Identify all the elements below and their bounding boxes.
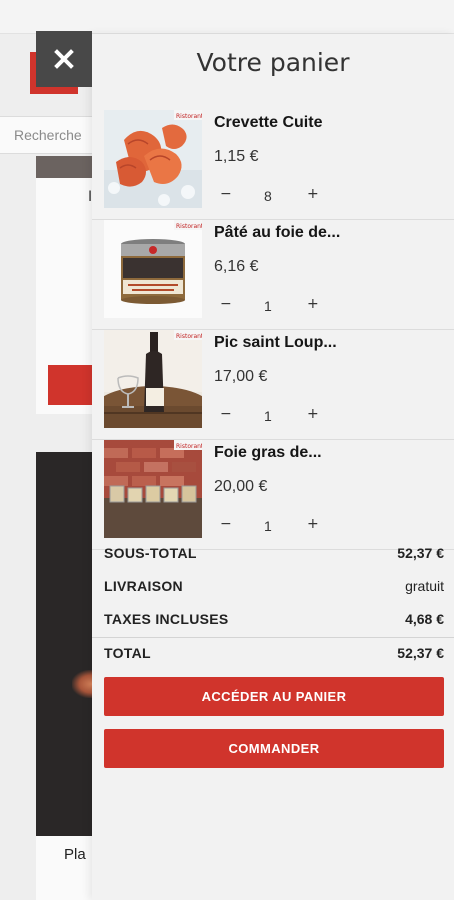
svg-text:Ristorante: Ristorante (176, 333, 202, 340)
background-product-image (36, 156, 100, 178)
background-top-bar (0, 0, 454, 34)
quantity-value[interactable]: 8 (264, 188, 272, 204)
quantity-decrease-button[interactable]: − (220, 516, 232, 532)
wine-bottle-image[interactable]: Ristorante (104, 330, 202, 428)
quantity-decrease-button[interactable]: − (220, 186, 232, 202)
quantity-increase-button[interactable]: + (307, 516, 319, 532)
close-cart-button[interactable] (36, 31, 92, 87)
item-name[interactable]: Pâté au foie de... (214, 224, 449, 242)
shrimp-image[interactable]: Ristorante (104, 110, 202, 208)
cart-item: Ristorante Pâté au foie de... 6,16 € − 1… (92, 220, 454, 330)
shipping-label: LIVRAISON (104, 578, 183, 594)
foie-gras-jars-image[interactable]: Ristorante (104, 440, 202, 538)
pate-jar-image[interactable]: Ristorante (104, 220, 202, 318)
item-price: 6,16 € (214, 258, 259, 275)
taxes-value: 4,68 € (405, 611, 444, 627)
item-name[interactable]: Foie gras de... (214, 444, 449, 462)
svg-text:Ristorante: Ristorante (176, 113, 202, 120)
quantity-value[interactable]: 1 (264, 408, 272, 424)
background-product-photo (36, 452, 100, 837)
svg-text:Ristorante: Ristorante (176, 443, 202, 450)
total-row: TOTAL 52,37 € (104, 645, 444, 667)
svg-text:Ristorante: Ristorante (176, 223, 202, 230)
item-name[interactable]: Crevette Cuite (214, 114, 449, 132)
quantity-value[interactable]: 1 (264, 298, 272, 314)
quantity-increase-button[interactable]: + (307, 186, 319, 202)
total-value: 52,37 € (397, 645, 444, 661)
shipping-row: LIVRAISON gratuit (104, 578, 444, 600)
background-product-title: Pla (64, 846, 86, 863)
quantity-increase-button[interactable]: + (307, 406, 319, 422)
quantity-decrease-button[interactable]: − (220, 296, 232, 312)
subtotal-value: 52,37 € (397, 545, 444, 561)
item-price: 17,00 € (214, 368, 268, 385)
view-cart-button[interactable]: ACCÉDER AU PANIER (104, 677, 444, 716)
totals-divider (92, 637, 454, 638)
cart-item: Ristorante Foie gras de... 20,00 € − 1 + (92, 440, 454, 550)
quantity-decrease-button[interactable]: − (220, 406, 232, 422)
taxes-label: TAXES INCLUSES (104, 611, 229, 627)
subtotal-row: SOUS-TOTAL 52,37 € (104, 545, 444, 567)
taxes-row: TAXES INCLUSES 4,68 € (104, 611, 444, 633)
checkout-button[interactable]: COMMANDER (104, 729, 444, 768)
quantity-increase-button[interactable]: + (307, 296, 319, 312)
cart-item: Ristorante Pic saint Loup... 17,00 € − 1… (92, 330, 454, 440)
item-price: 1,15 € (214, 148, 259, 165)
total-label: TOTAL (104, 645, 151, 661)
background-search-input[interactable]: Recherche (0, 116, 100, 154)
shipping-value: gratuit (405, 578, 444, 594)
item-price: 20,00 € (214, 478, 268, 495)
cart-title: Votre panier (196, 48, 350, 77)
item-name[interactable]: Pic saint Loup... (214, 334, 449, 352)
subtotal-label: SOUS-TOTAL (104, 545, 197, 561)
quantity-value[interactable]: 1 (264, 518, 272, 534)
cart-item: Ristorante Crevette Cuite 1,15 € − 8 + (92, 110, 454, 220)
close-icon (54, 49, 74, 69)
